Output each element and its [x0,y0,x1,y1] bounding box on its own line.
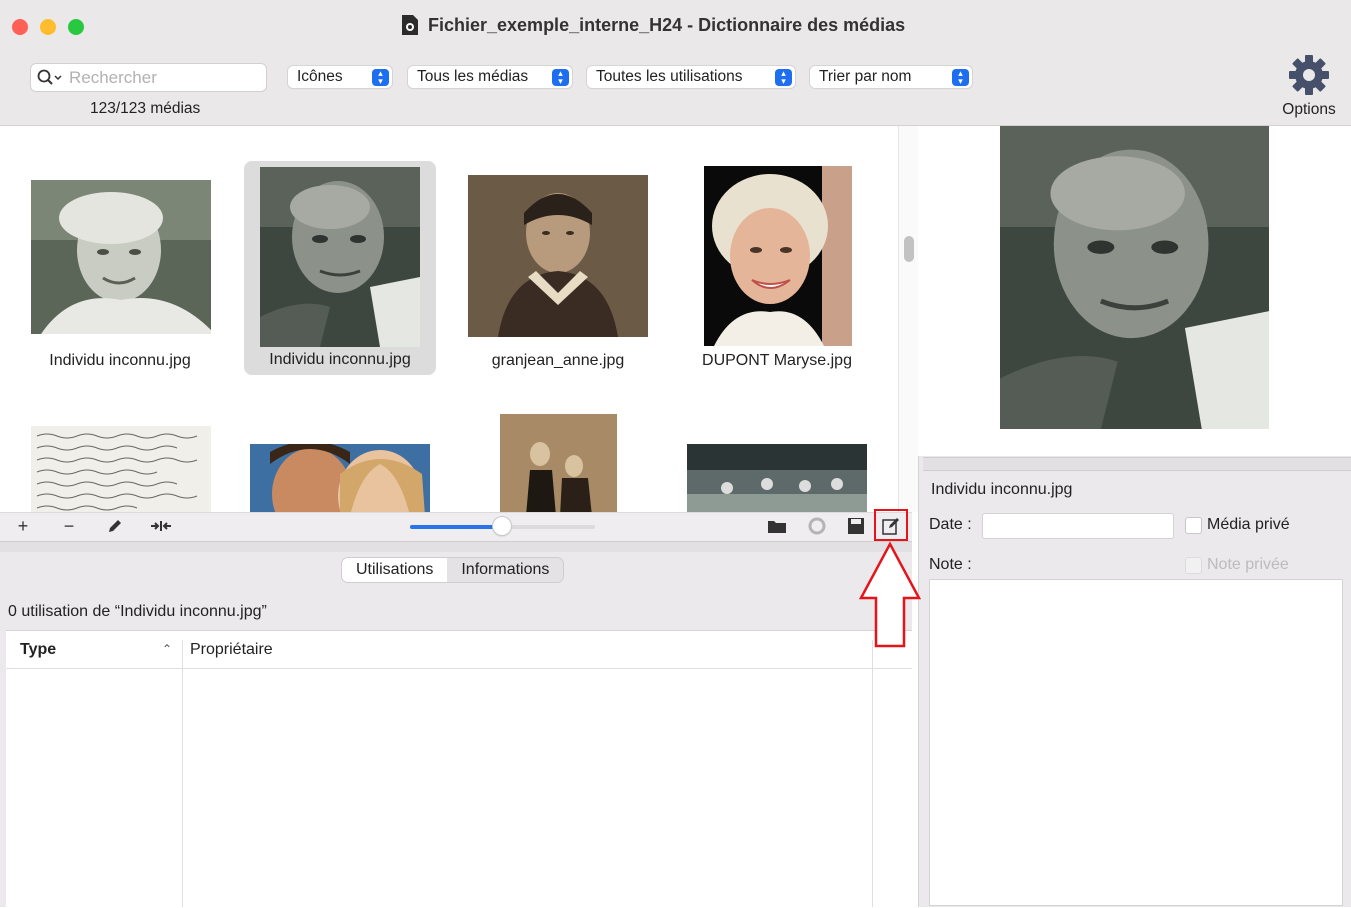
merge-arrows-icon [151,521,171,531]
save-button[interactable] [843,512,869,540]
add-media-button[interactable]: + [10,512,36,540]
photo-thumbnail [704,166,852,346]
minimize-window-button[interactable] [40,19,56,35]
popup-arrows-icon: ▴ ▾ [775,68,792,86]
private-media-label: Média privé [1207,516,1290,533]
gear-icon [1289,55,1329,95]
photo-thumbnail [31,180,211,334]
floppy-icon [848,518,864,534]
media-filename: Individu inconnu.jpg [931,481,1073,498]
zoom-slider-fill [410,525,502,529]
media-filter-popup[interactable]: Tous les médias ▴ ▾ [408,66,572,88]
options-label: Options [1282,101,1336,118]
zoom-slider-knob[interactable] [493,517,511,535]
folder-icon [768,521,786,533]
media-caption: Individu inconnu.jpg [269,351,411,368]
plus-icon: + [17,515,29,536]
private-media-checkbox[interactable] [1185,517,1202,534]
sort-popup[interactable]: Trier par nom ▴ ▾ [810,66,972,88]
search-icon [37,69,62,85]
preview-splitter[interactable] [923,457,1351,471]
merge-media-button[interactable] [148,512,174,540]
media-grid: Individu inconnu.jpg Individu inconnu.jp… [0,126,900,512]
edit-media-button[interactable] [102,512,128,540]
popup-arrows-icon: ▴ ▾ [952,68,969,86]
usage-table [6,630,912,908]
photo-thumbnail [687,444,867,512]
tab-informations[interactable]: Informations [447,558,563,582]
column-header-type[interactable]: Type [20,641,56,659]
media-caption: Individu inconnu.jpg [49,352,191,369]
media-count: 123/123 médias [90,100,201,117]
refresh-button[interactable] [804,512,830,540]
column-header-owner[interactable]: Propriétaire [190,641,273,659]
media-item[interactable]: DUPONT Maryse.jpg [677,156,877,376]
usage-summary: 0 utilisation de “Individu inconnu.jpg” [8,603,267,620]
arrow-annotation-icon [858,541,922,648]
zoom-window-button[interactable] [68,19,84,35]
photo-thumbnail [468,175,648,337]
media-filter-label: Tous les médias [417,68,529,85]
usage-filter-label: Toutes les utilisations [596,68,743,85]
date-field[interactable] [982,513,1174,539]
private-note-label: Note privée [1207,556,1289,573]
media-caption: granjean_anne.jpg [491,352,625,369]
open-folder-button[interactable] [764,512,790,540]
options-button[interactable]: Options [1278,54,1340,119]
note-label: Note : [929,556,972,573]
document-scan-thumbnail [31,426,211,512]
close-window-button[interactable] [12,19,28,35]
table-header [6,630,912,669]
sort-popup-label: Trier par nom [819,68,912,85]
photo-thumbnail [500,414,617,512]
media-item[interactable]: granjean_anne.jpg [458,156,658,376]
grid-scroll-thumb[interactable] [904,236,914,262]
popup-arrows-icon: ▴ ▾ [552,68,569,86]
photo-thumbnail [250,444,430,512]
segmented-tabs: Utilisations Informations [342,558,564,582]
view-popup-label: Icônes [297,68,343,85]
usage-filter-popup[interactable]: Toutes les utilisations ▴ ▾ [587,66,795,88]
window-title: Fichier_exemple_interne_H24 - Dictionnai… [400,14,905,36]
highlight-annotation-box [874,509,908,541]
media-preview [918,126,1351,456]
view-popup[interactable]: Icônes ▴ ▾ [288,66,392,88]
media-caption: DUPONT Maryse.jpg [702,352,852,369]
remove-media-button[interactable]: − [56,512,82,540]
search-input[interactable]: Rechercher [30,63,267,92]
photo-thumbnail [260,167,420,347]
tab-utilisations[interactable]: Utilisations [342,558,448,582]
sort-ascending-icon: ⌃ [162,642,173,656]
media-item-selected[interactable]: Individu inconnu.jpg [244,161,436,375]
window-title-text: Fichier_exemple_interne_H24 - Dictionnai… [428,14,906,35]
search-placeholder: Rechercher [69,67,157,87]
popup-arrows-icon: ▴ ▾ [372,68,389,86]
media-item[interactable]: Individu inconnu.jpg [20,156,220,376]
private-note-checkbox[interactable] [1185,557,1202,574]
column-divider [872,640,873,907]
note-textarea[interactable] [929,579,1343,906]
date-label: Date : [929,516,972,533]
column-divider [182,640,183,907]
pencil-icon [109,520,121,532]
refresh-icon [808,517,826,535]
preview-image [1000,126,1269,429]
document-icon [402,15,418,35]
minus-icon: − [63,515,75,536]
grid-scrollbar[interactable] [898,126,919,512]
